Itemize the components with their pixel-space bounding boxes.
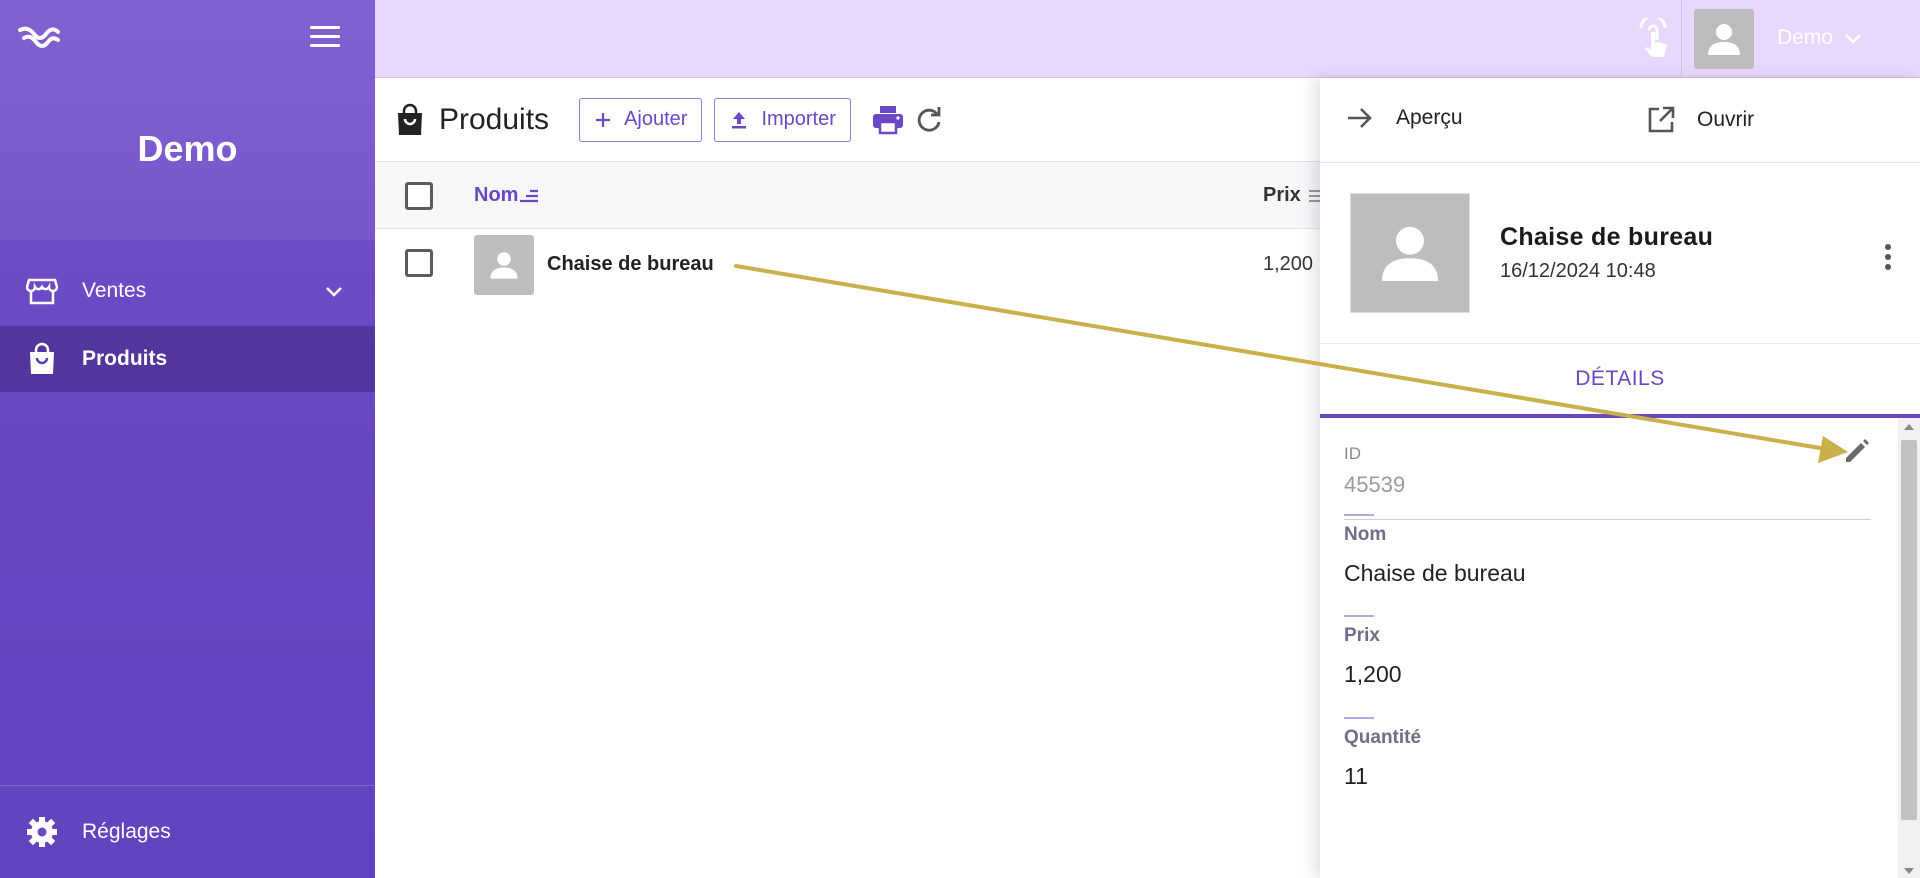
price-label: Prix xyxy=(1344,625,1380,646)
tab-details[interactable]: DÉTAILS xyxy=(1320,344,1920,418)
panel-scrollbar[interactable] xyxy=(1898,418,1920,878)
quantity-label: Quantité xyxy=(1344,727,1422,748)
person-icon xyxy=(490,252,518,279)
app-logo-icon xyxy=(18,26,60,48)
add-button[interactable]: Ajouter xyxy=(579,97,703,142)
store-icon xyxy=(24,273,60,309)
sidebar-header: Demo xyxy=(0,0,375,240)
name-value: Chaise de bureau xyxy=(1344,560,1526,586)
column-header-nom[interactable]: Nom xyxy=(474,184,540,207)
page-title: Produits xyxy=(439,102,550,136)
quantity-field: Quantité 11 xyxy=(1344,717,1871,790)
column-header-prix[interactable]: Prix xyxy=(1263,184,1321,207)
sidebar-item-produits[interactable]: Produits xyxy=(0,326,375,392)
open-external-icon xyxy=(1647,106,1675,134)
id-label: ID xyxy=(1344,444,1361,463)
upload-icon xyxy=(729,110,749,130)
table-row[interactable]: Chaise de bureau 1,200 xyxy=(375,229,1320,299)
row-product-name: Chaise de bureau xyxy=(547,253,714,275)
open-button[interactable]: Ouvrir xyxy=(1647,106,1754,134)
top-bar: Demo xyxy=(375,0,1920,78)
user-menu[interactable]: Demo xyxy=(1777,26,1863,50)
product-date: 16/12/2024 10:48 xyxy=(1500,260,1656,282)
gear-icon xyxy=(24,814,60,850)
user-name: Demo xyxy=(1777,26,1834,49)
sidebar-divider xyxy=(0,785,375,786)
import-button[interactable]: Importer xyxy=(714,97,851,142)
column-header-label: Nom xyxy=(474,184,519,206)
product-image xyxy=(1350,193,1470,313)
topbar-separator xyxy=(1681,0,1682,78)
sidebar-title: Demo xyxy=(137,128,238,169)
sidebar-item-label: Réglages xyxy=(82,820,171,843)
name-label: Nom xyxy=(1344,524,1387,545)
arrow-right-icon xyxy=(1346,106,1374,130)
quantity-value: 11 xyxy=(1344,763,1368,789)
id-field: ID 45539 xyxy=(1344,444,1871,520)
refresh-icon[interactable] xyxy=(913,105,943,135)
edit-pencil-icon[interactable] xyxy=(1842,436,1872,466)
touch-gesture-icon[interactable] xyxy=(1633,18,1673,60)
sidebar-item-label: Produits xyxy=(82,347,168,370)
detail-panel: Aperçu Ouvrir Chaise de bureau 16/12/202… xyxy=(1320,78,1920,878)
sidebar-item-label: Ventes xyxy=(82,279,147,302)
name-field: Nom Chaise de bureau xyxy=(1344,514,1871,587)
chevron-down-icon xyxy=(1845,34,1861,44)
preview-button-label: Aperçu xyxy=(1396,106,1463,129)
row-product-price: 1,200 xyxy=(1263,253,1314,275)
sidebar-item-reglages[interactable]: Réglages xyxy=(0,799,375,865)
preview-button[interactable]: Aperçu xyxy=(1346,106,1463,130)
shopping-bag-icon xyxy=(398,103,422,135)
person-icon xyxy=(1382,226,1438,281)
person-icon xyxy=(1708,24,1740,55)
product-thumbnail xyxy=(474,235,534,295)
plus-icon xyxy=(594,111,612,129)
sort-icon xyxy=(1308,189,1321,202)
sidebar: Demo Ventes Produits Réglages xyxy=(0,0,375,878)
open-button-label: Ouvrir xyxy=(1697,108,1755,131)
menu-toggle-button[interactable] xyxy=(310,26,340,50)
details-section: ID 45539 Nom Chaise de bureau Prix 1,200… xyxy=(1320,418,1920,878)
chevron-down-icon xyxy=(326,287,342,297)
table-header: Nom Prix xyxy=(375,162,1321,229)
id-value: 45539 xyxy=(1344,472,1406,497)
import-button-label: Importer xyxy=(761,108,836,130)
shopping-bag-icon xyxy=(24,341,60,377)
print-icon[interactable] xyxy=(871,105,905,135)
price-field: Prix 1,200 xyxy=(1344,615,1871,688)
product-name: Chaise de bureau xyxy=(1500,223,1714,251)
page-header: Produits Ajouter Importer xyxy=(375,78,1320,162)
select-all-checkbox[interactable] xyxy=(405,182,433,210)
sidebar-item-ventes[interactable]: Ventes xyxy=(0,258,375,324)
add-button-label: Ajouter xyxy=(624,108,688,130)
product-card: Chaise de bureau 16/12/2024 10:48 xyxy=(1320,163,1920,344)
sort-icon xyxy=(520,189,539,202)
panel-toolbar: Aperçu Ouvrir xyxy=(1320,78,1920,163)
avatar[interactable] xyxy=(1694,9,1754,69)
row-checkbox[interactable] xyxy=(405,249,433,277)
column-header-label: Prix xyxy=(1263,184,1301,206)
price-value: 1,200 xyxy=(1344,661,1402,687)
main-content: Produits Ajouter Importer Nom Prix Chais… xyxy=(375,78,1321,878)
more-vertical-icon[interactable] xyxy=(1884,243,1892,271)
